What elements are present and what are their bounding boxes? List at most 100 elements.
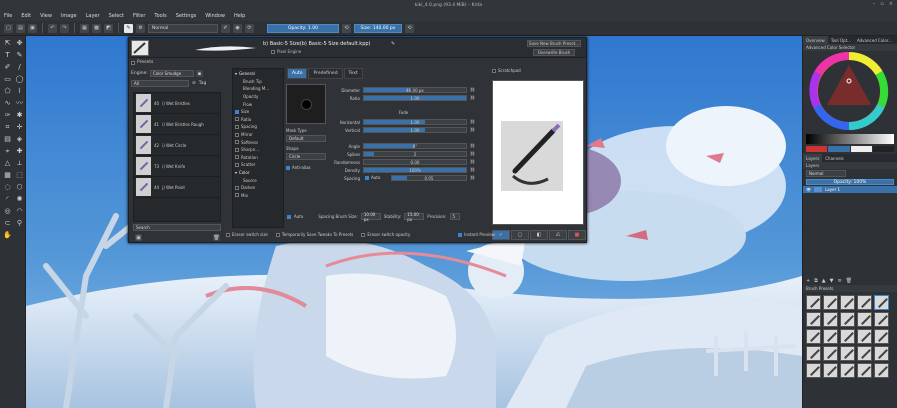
tab-predefined[interactable]: Predefined (308, 68, 343, 79)
stability-field[interactable]: 15.00 px (404, 212, 425, 222)
minimize-icon[interactable]: – (873, 1, 876, 7)
value-bar[interactable] (806, 134, 894, 144)
brush-preset-tile[interactable] (874, 295, 889, 310)
menu-filter[interactable]: Filter (133, 13, 145, 19)
link-icon[interactable]: ⛓ (470, 143, 475, 148)
bottom-option-checkbox[interactable] (458, 232, 463, 237)
brush-preset-tile[interactable] (823, 329, 838, 344)
brush-option-item[interactable]: Source (233, 176, 283, 184)
preset-list-item[interactable]: 42 i) Wet Circle (134, 135, 220, 156)
antialias-checkbox[interactable] (286, 165, 290, 170)
bottom-option[interactable]: Temporarily Save Tweaks To Presets (275, 232, 353, 237)
option-checkbox[interactable] (235, 147, 239, 152)
brush-option-item[interactable]: Mix (233, 192, 283, 200)
option-group-header[interactable]: ▾ General (233, 70, 283, 78)
link-icon[interactable]: ⛓ (470, 95, 475, 100)
shape-select[interactable]: Circle (286, 153, 326, 160)
brush-preset-tile[interactable] (806, 312, 821, 327)
bottom-option-checkbox[interactable] (361, 232, 366, 237)
link-icon[interactable]: ⛓ (470, 127, 475, 132)
option-checkbox[interactable] (235, 162, 239, 167)
link-icon[interactable]: ⛓ (470, 87, 475, 92)
blend-mode-select[interactable]: Normal (148, 23, 218, 33)
option-checkbox[interactable] (235, 132, 239, 137)
menu-help[interactable]: Help (234, 13, 245, 19)
rectangle-icon[interactable]: ▭ (2, 74, 13, 85)
menu-view[interactable]: View (40, 13, 52, 19)
param-slider-randomness[interactable]: 0.00 (363, 159, 467, 165)
brush-editor-icon[interactable]: ⚙ (136, 23, 145, 33)
param-slider-horizontal[interactable]: 1.00 (363, 119, 467, 125)
brush-option-item[interactable]: Rotation (233, 154, 283, 162)
option-checkbox[interactable] (235, 193, 239, 198)
spacing-brush-size-field[interactable]: 10.00 px (360, 212, 381, 222)
tag-label[interactable]: Tag (199, 81, 207, 86)
tag-icon[interactable]: ⊘ (192, 81, 196, 86)
brush-preset-tile[interactable] (874, 346, 889, 361)
fill-icon[interactable]: ◈ (14, 134, 25, 145)
scratch-fill-icon[interactable]: ▢ (511, 230, 529, 240)
dock-tab[interactable]: Layers (803, 154, 823, 162)
edit-name-icon[interactable]: ✎ (391, 41, 395, 47)
crop-icon[interactable]: ⌗ (2, 122, 13, 133)
preset-list-item[interactable]: 41 i) Wet Bristles Rough (134, 114, 220, 135)
layer-opacity-slider[interactable]: Opacity: 100% (806, 179, 894, 185)
brush-preset-tile[interactable] (806, 346, 821, 361)
rect-select-icon[interactable]: ⬚ (14, 170, 25, 181)
eraser-mode-icon[interactable]: ✐ (221, 23, 230, 33)
dock-tab[interactable]: Tool Opt... (828, 36, 854, 44)
brush-icon[interactable]: ✐ (2, 62, 13, 73)
maximize-icon[interactable]: ▫ (880, 1, 883, 7)
preset-list-item[interactable]: 44 j) Wet Paint (134, 177, 220, 198)
opacity-slider[interactable]: Opacity: 1.00 (267, 23, 339, 33)
bottom-option[interactable]: Eraser switch size (226, 232, 268, 237)
bezier-icon[interactable]: ∿ (2, 98, 13, 109)
tab-auto[interactable]: Auto (287, 68, 308, 79)
ellipse-select-icon[interactable]: ◌ (2, 182, 13, 193)
transform-icon[interactable]: ✥ (14, 38, 25, 49)
precision-field[interactable]: 5 (449, 213, 460, 220)
param-slider-density[interactable]: 100% (363, 167, 467, 173)
scratchpad-canvas[interactable] (492, 80, 584, 225)
tab-text[interactable]: Text (343, 68, 363, 79)
brush-preset-tile[interactable] (874, 312, 889, 327)
assistant-icon[interactable]: △ (2, 158, 13, 169)
preset-list-item[interactable]: 73 i) Wet Knife (134, 156, 220, 177)
brush-preset-tile[interactable] (823, 312, 838, 327)
brush-preset-tile[interactable] (840, 363, 855, 378)
brush-preset-icon[interactable] (131, 40, 149, 56)
presets-toggle-icon[interactable] (131, 60, 135, 65)
bottom-option-checkbox[interactable] (275, 232, 280, 237)
option-checkbox[interactable] (235, 117, 239, 122)
import-preset-icon[interactable]: ▣ (135, 234, 142, 241)
param-slider-spikes[interactable]: 2 (363, 151, 467, 157)
menu-edit[interactable]: Edit (21, 13, 31, 19)
brush-option-item[interactable]: Blending M... (233, 85, 283, 93)
brush-option-item[interactable]: Size (233, 108, 283, 116)
antialias-toggle[interactable]: Anti-alias (286, 165, 311, 170)
select-shape-icon[interactable]: ⇱ (2, 38, 13, 49)
color-picker-icon[interactable]: ⌖ (2, 146, 13, 157)
brush-preset-tile[interactable] (840, 346, 855, 361)
param-slider-angle[interactable]: 0° (363, 143, 467, 149)
option-checkbox[interactable] (235, 185, 239, 190)
param-slider-spacing[interactable]: 0.05 (391, 175, 467, 181)
new-file-icon[interactable]: ▢ (4, 23, 13, 33)
link-icon[interactable]: ⛓ (470, 119, 475, 124)
brush-preset-tile[interactable] (857, 312, 872, 327)
menu-layer[interactable]: Layer (86, 13, 100, 19)
redo-icon[interactable]: ↷ (60, 23, 69, 33)
brush-preset-tile[interactable] (857, 363, 872, 378)
move-down-icon[interactable]: ▼ (830, 278, 834, 284)
magnetic-select-icon[interactable]: ⊂ (2, 218, 13, 229)
option-checkbox[interactable] (235, 109, 239, 114)
dynamic-brush-icon[interactable]: ✑ (2, 110, 13, 121)
bottom-option[interactable]: Instant Preview (458, 232, 495, 237)
menu-settings[interactable]: Settings (176, 13, 197, 19)
brush-preset-tile[interactable] (840, 312, 855, 327)
opacity-reset-icon[interactable]: ⟲ (342, 23, 351, 33)
polygon-icon[interactable]: ⬠ (2, 86, 13, 97)
bezier-select-icon[interactable]: ◠ (14, 206, 25, 217)
brush-option-item[interactable]: Spacing (233, 123, 283, 131)
brush-preset-tile[interactable] (806, 363, 821, 378)
